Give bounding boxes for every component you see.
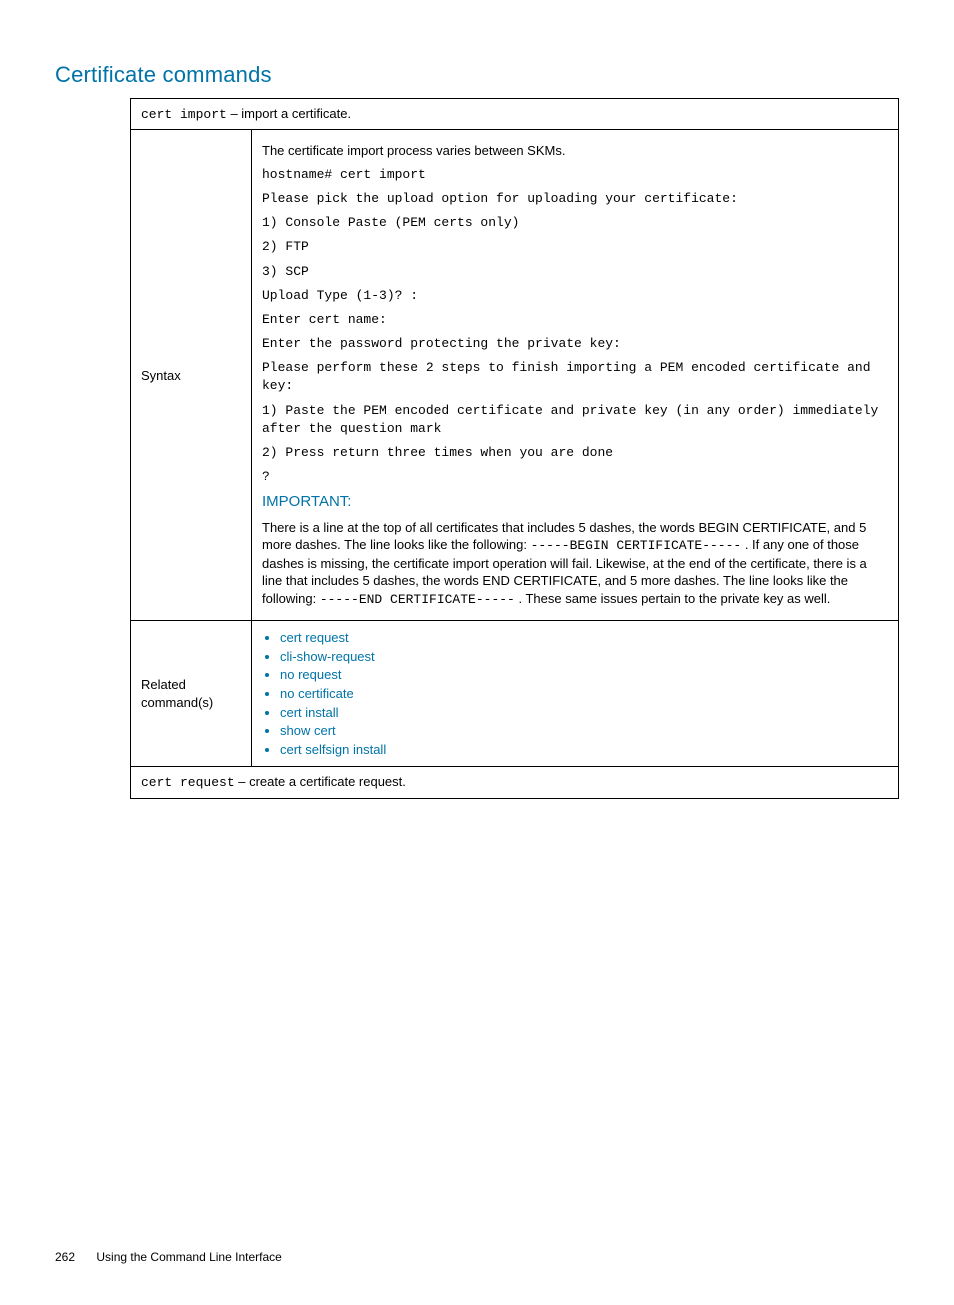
syntax-intro: The certificate import process varies be…: [262, 142, 888, 160]
footer-title: Using the Command Line Interface: [96, 1250, 281, 1264]
syntax-line-5: Upload Type (1-3)? :: [262, 287, 888, 305]
syntax-line-3: 2) FTP: [262, 238, 888, 256]
related-item[interactable]: no certificate: [280, 685, 888, 703]
important-text: There is a line at the top of all certif…: [262, 519, 888, 609]
syntax-content-cell: The certificate import process varies be…: [252, 130, 899, 621]
related-label-cell: Related command(s): [131, 621, 252, 767]
syntax-line-0: hostname# cert import: [262, 166, 888, 184]
related-item[interactable]: show cert: [280, 722, 888, 740]
syntax-line-2: 1) Console Paste (PEM certs only): [262, 214, 888, 232]
cmd-name: cert import: [141, 107, 227, 122]
cmd2-header-row: cert request – create a certificate requ…: [131, 767, 899, 799]
syntax-line-11: ?: [262, 468, 888, 486]
related-item[interactable]: cert selfsign install: [280, 741, 888, 759]
certificate-commands-table: cert import – import a certificate. Synt…: [130, 98, 899, 799]
syntax-line-9: 1) Paste the PEM encoded certificate and…: [262, 402, 888, 438]
page-number: 262: [55, 1249, 75, 1265]
cmd2-desc: – create a certificate request.: [235, 774, 406, 789]
syntax-line-1: Please pick the upload option for upload…: [262, 190, 888, 208]
syntax-line-8: Please perform these 2 steps to finish i…: [262, 359, 888, 395]
important-label: IMPORTANT:: [262, 492, 888, 512]
section-title: Certificate commands: [55, 60, 899, 90]
cmd-header-row: cert import – import a certificate.: [131, 98, 899, 130]
related-item[interactable]: cert request: [280, 629, 888, 647]
syntax-line-4: 3) SCP: [262, 263, 888, 281]
syntax-line-6: Enter cert name:: [262, 311, 888, 329]
important-code1: -----BEGIN CERTIFICATE-----: [531, 538, 742, 553]
syntax-line-7: Enter the password protecting the privat…: [262, 335, 888, 353]
syntax-line-10: 2) Press return three times when you are…: [262, 444, 888, 462]
important-post: . These same issues pertain to the priva…: [515, 591, 831, 606]
page-footer: 262 Using the Command Line Interface: [55, 1249, 899, 1265]
syntax-label-cell: Syntax: [131, 130, 252, 621]
related-item[interactable]: cert install: [280, 704, 888, 722]
related-item[interactable]: cli-show-request: [280, 648, 888, 666]
important-code2: -----END CERTIFICATE-----: [320, 592, 515, 607]
related-content-cell: cert request cli-show-request no request…: [252, 621, 899, 767]
cmd2-name: cert request: [141, 775, 235, 790]
related-item[interactable]: no request: [280, 666, 888, 684]
cmd-desc: – import a certificate.: [227, 106, 351, 121]
related-list: cert request cli-show-request no request…: [262, 629, 888, 758]
